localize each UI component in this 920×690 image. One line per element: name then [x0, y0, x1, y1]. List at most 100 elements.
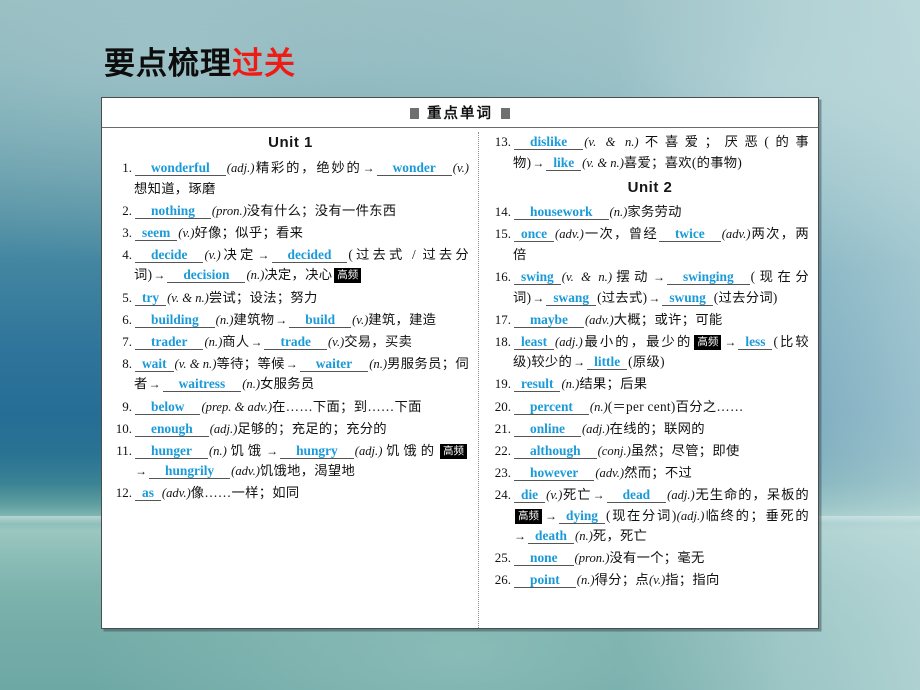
chinese-gloss: 大概；或许；可能 — [613, 311, 723, 327]
answer-blank[interactable]: less — [738, 333, 773, 350]
chinese-gloss: 然而；不过 — [624, 464, 693, 480]
answer-blank[interactable]: seem — [135, 224, 178, 241]
derivation-arrow-icon: → — [266, 443, 279, 458]
answer-blank[interactable]: build — [289, 311, 352, 328]
answer-blank[interactable]: swing — [514, 268, 561, 285]
high-frequency-badge: 高频 — [694, 334, 722, 350]
chinese-gloss: 家务劳动 — [627, 204, 682, 220]
chinese-gloss: 决定，决心 — [264, 267, 333, 283]
answer-blank[interactable]: like — [546, 154, 582, 171]
answer-blank[interactable]: least — [514, 333, 555, 350]
answer-blank[interactable]: building — [135, 311, 215, 328]
word-entry: 18. least (adj.)最小的，最少的 高频 → less (比较级)较少的→ lit… — [491, 332, 809, 373]
chinese-gloss: 决定 — [220, 246, 257, 262]
answer-blank[interactable]: hunger — [135, 442, 208, 459]
answer-blank[interactable]: wonder — [376, 160, 452, 176]
answer-blank[interactable]: nothing — [135, 202, 211, 219]
answer-blank[interactable]: dead — [606, 486, 667, 503]
answer-blank[interactable]: wonderful — [135, 160, 226, 176]
chinese-gloss: 在线的；联网的 — [609, 420, 705, 436]
answer-blank[interactable]: death — [528, 528, 574, 545]
answer-blank[interactable]: twice — [658, 226, 721, 243]
part-of-speech: (adj.) — [581, 421, 610, 436]
answer-blank[interactable]: trader — [135, 333, 204, 350]
answer-blank[interactable]: enough — [135, 420, 209, 437]
derivation-arrow-icon: → — [250, 334, 263, 349]
word-entry: 7. trader (n.)商人→ trade (v.)交易，买卖 — [112, 332, 469, 353]
part-of-speech: (v.) — [327, 334, 345, 349]
word-entry: 11. hunger (n.)饥饿→ hungry (adj.)饥饿的 高频→ hungri… — [112, 441, 469, 482]
slide-title-accent: 过关 — [232, 46, 296, 81]
part-of-speech: (adv.) — [161, 486, 191, 501]
word-entry-number: 6. — [122, 311, 132, 327]
answer-blank[interactable]: decision — [167, 267, 246, 284]
chinese-gloss: 死亡 — [562, 486, 592, 502]
answer-blank[interactable]: hungrily — [149, 463, 231, 480]
answer-blank[interactable]: result — [514, 376, 561, 393]
answer-blank[interactable]: dislike — [514, 134, 584, 150]
answer-blank[interactable]: hungry — [280, 442, 354, 459]
part-of-speech: (adj.) — [667, 487, 695, 502]
derivation-arrow-icon: → — [532, 155, 545, 170]
chinese-gloss: 建筑物 — [233, 311, 275, 327]
chinese-gloss: 饥饿地，渴望地 — [259, 463, 356, 479]
part-of-speech: (pron.) — [211, 203, 247, 218]
unit-heading-1: Unit 1 — [268, 134, 313, 151]
part-of-speech: (n.) — [609, 205, 628, 220]
chinese-gloss: 精彩的，绝妙的 — [254, 160, 362, 175]
chinese-gloss: 死，死亡 — [592, 528, 648, 544]
part-of-speech: (n.) — [369, 356, 388, 371]
part-of-speech: (n.) — [576, 573, 595, 588]
answer-blank[interactable]: maybe — [514, 311, 584, 328]
answer-blank[interactable]: little — [587, 354, 628, 371]
answer-blank[interactable]: percent — [514, 398, 589, 415]
answer-blank[interactable]: however — [514, 464, 595, 481]
answer-blank[interactable]: below — [135, 398, 201, 415]
answer-blank[interactable]: trade — [264, 333, 327, 350]
word-entry: 6. building (n.)建筑物→ build (v.)建筑，建造 — [112, 310, 469, 331]
answer-blank[interactable]: decide — [135, 246, 204, 263]
word-entry-number: 1. — [122, 160, 132, 175]
word-list-right: 14. housework (n.)家务劳动 15. once (adv.)一次，曾经 tw… — [491, 202, 809, 591]
answer-blank[interactable]: swang — [546, 289, 597, 306]
high-frequency-badge: 高频 — [515, 508, 542, 524]
word-entry-number: 19. — [494, 376, 511, 392]
word-entry: 15. once (adv.)一次，曾经 twice (adv.)两次，两倍 — [491, 224, 809, 265]
part-of-speech: (n.) — [575, 529, 593, 544]
word-entry: 22. although (conj.)虽然；尽管；即使 — [491, 441, 809, 462]
word-entry-number: 16. — [494, 268, 511, 284]
word-entry: 23. however (adv.)然而；不过 — [491, 463, 809, 484]
answer-blank[interactable]: housework — [514, 204, 609, 221]
chinese-gloss: 临终的；垂死的 — [704, 507, 809, 523]
word-entry-number: 21. — [494, 420, 511, 436]
answer-blank[interactable]: swinging — [667, 268, 750, 285]
part-of-speech: (conj.) — [597, 443, 631, 458]
word-entry-number: 23. — [494, 464, 511, 480]
answer-blank[interactable]: as — [135, 485, 161, 502]
answer-blank[interactable]: waitress — [162, 376, 242, 393]
part-of-speech: (v.) — [352, 312, 369, 327]
high-frequency-badge: 高频 — [440, 443, 467, 459]
chinese-gloss: 一次，曾经 — [583, 226, 658, 242]
word-list-left: 1. wonderful (adj.)精彩的，绝妙的→ wonder (v.)想知道，琢… — [112, 158, 469, 504]
answer-blank[interactable]: point — [514, 572, 576, 589]
column-right: 13. dislike (v. & n.)不喜爱；厌恶(的事物)→ like (v. &… — [479, 132, 818, 628]
panel-header-text: 重点单词 — [410, 102, 510, 123]
answer-blank[interactable]: online — [514, 420, 581, 437]
answer-blank[interactable]: once — [514, 226, 555, 243]
answer-blank[interactable]: wait — [135, 355, 174, 372]
word-entry: 17. maybe (adv.)大概；或许；可能 — [491, 310, 809, 331]
answer-blank[interactable]: swung — [662, 289, 713, 306]
answer-blank[interactable]: die — [514, 486, 546, 503]
answer-blank[interactable]: although — [514, 442, 597, 459]
answer-blank[interactable]: decided — [271, 246, 348, 263]
answer-blank[interactable]: dying — [559, 507, 606, 524]
answer-blank[interactable]: waiter — [299, 355, 369, 372]
answer-blank[interactable]: try — [135, 289, 167, 306]
answer-blank[interactable]: none — [514, 550, 574, 567]
chinese-gloss: 交易，买卖 — [344, 333, 413, 349]
derivation-arrow-icon: → — [573, 355, 586, 370]
word-entry: 12. as (adv.)像……一样；如同 — [112, 483, 469, 504]
word-entry: 3. seem (v.)好像；似乎；看来 — [112, 223, 469, 244]
word-entry: 16. swing (v. & n.)摆动→ swinging (现在分词)→ swang… — [491, 267, 809, 308]
